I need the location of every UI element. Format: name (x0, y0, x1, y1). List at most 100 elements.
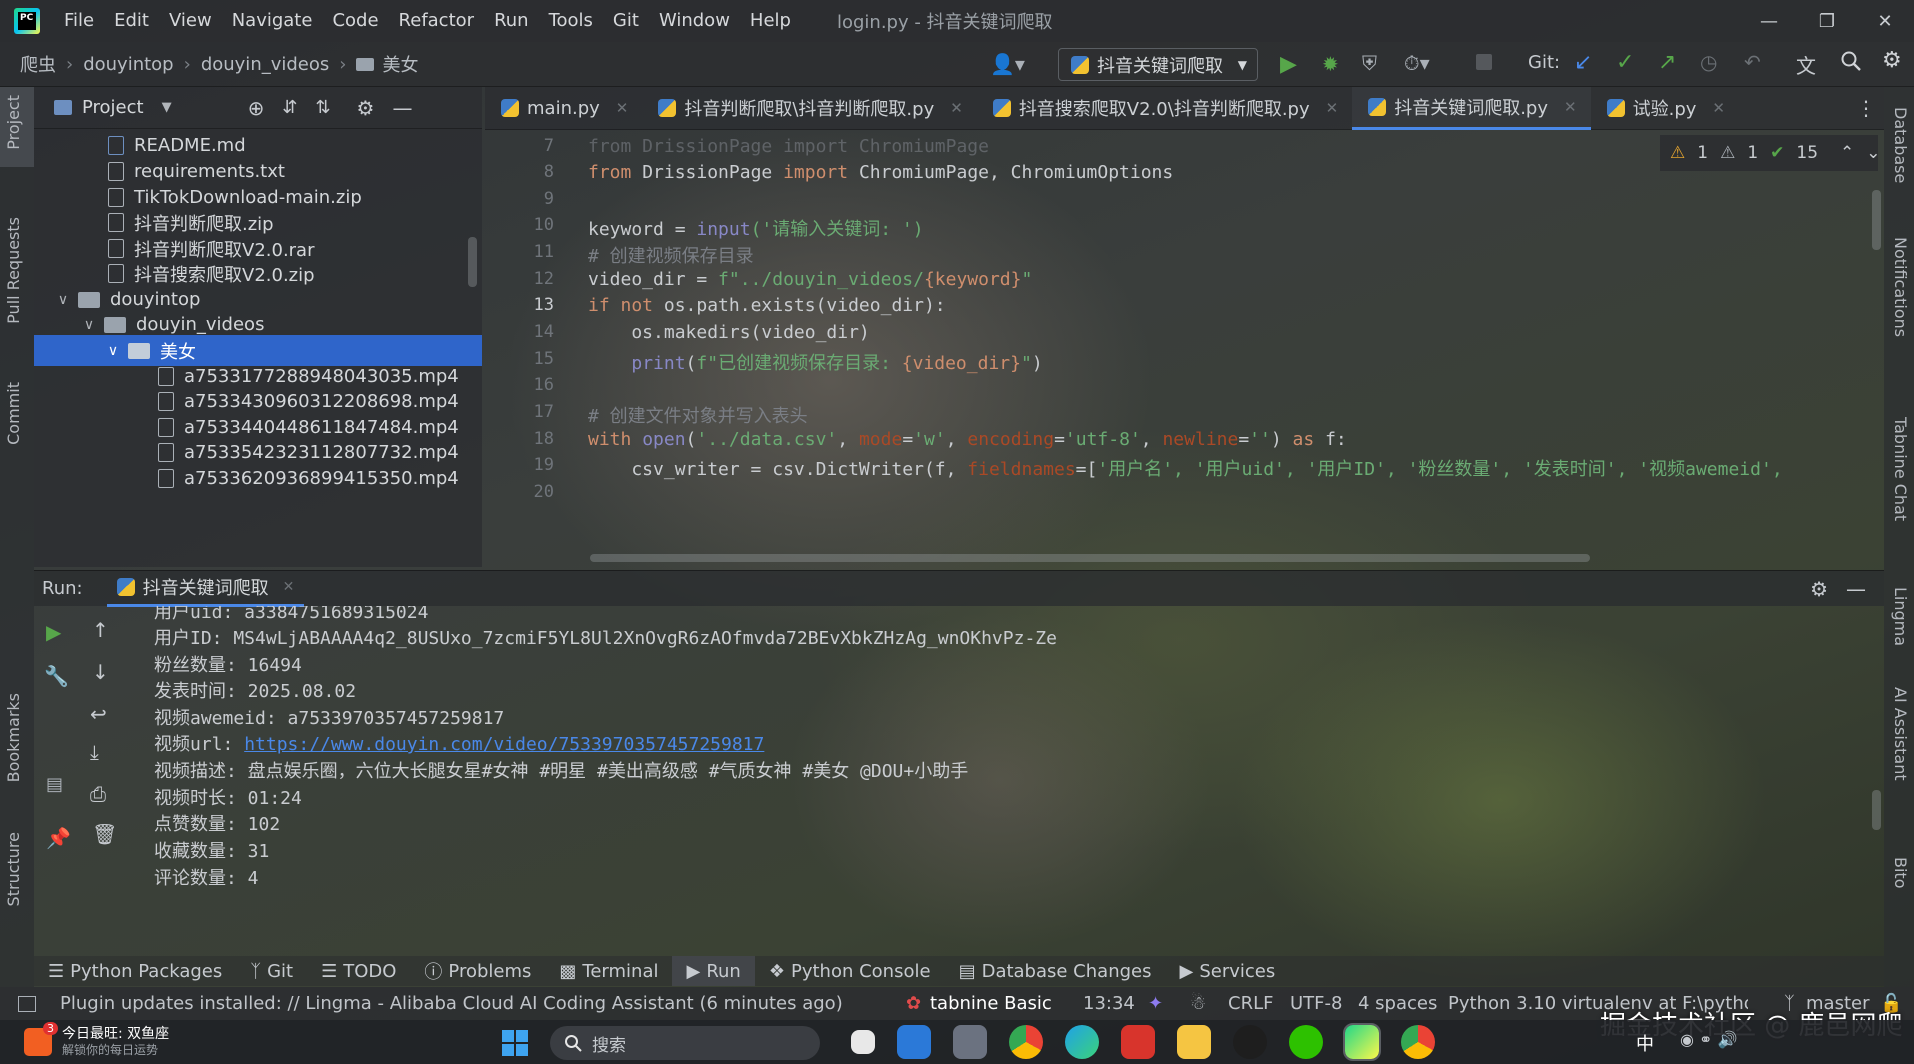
editor-vertical-scrollbar[interactable] (1872, 190, 1881, 250)
pin-icon[interactable]: 📌 (46, 826, 71, 850)
lingma-icon[interactable]: ☃ (1190, 993, 1206, 1014)
status-message[interactable]: Plugin updates installed: // Lingma - Al… (60, 993, 843, 1014)
user-icon[interactable]: 👤▾ (990, 52, 1025, 76)
weather-widget[interactable]: 3 今日最旺: 双鱼座 解锁你的每日运势 (24, 1022, 169, 1058)
close-icon[interactable]: ✕ (1712, 99, 1725, 117)
tab-judge-crawl[interactable]: 抖音判断爬取\抖音判断爬取.py ✕ (642, 87, 976, 130)
tool-tab-python-console[interactable]: ❖ Python Console (755, 956, 945, 986)
layout-icon[interactable]: ▤ (46, 774, 63, 795)
menu-window[interactable]: Window (649, 0, 740, 42)
stripe-database[interactable]: Database (1891, 107, 1910, 183)
menu-edit[interactable]: Edit (104, 0, 159, 42)
stripe-ai-assistant[interactable]: AI Assistant (1891, 687, 1910, 781)
tool-tab-run[interactable]: ▶ Run (672, 956, 755, 986)
git-commit-icon[interactable]: ✓ (1616, 50, 1634, 75)
line-separator[interactable]: CRLF (1228, 993, 1273, 1014)
run-console-output[interactable]: 用户uid: a3384751689315024 用户ID: MS4wLjABA… (154, 606, 1874, 956)
git-push-icon[interactable]: ↗ (1658, 50, 1676, 75)
tool-tab-problems[interactable]: ⓘ Problems (410, 956, 545, 986)
settings-gear-icon[interactable]: ⚙ (1882, 48, 1902, 73)
code-editor[interactable]: from DrissionPage import ChromiumPage fr… (588, 130, 1878, 566)
tool-tab-git[interactable]: ᛉ Git (236, 956, 307, 986)
editor-horizontal-scrollbar[interactable] (590, 554, 1590, 562)
tool-tab-services[interactable]: ▶ Services (1165, 956, 1289, 986)
console-video-link[interactable]: https://www.douyin.com/video/75339703574… (244, 734, 764, 755)
wrench-icon[interactable]: 🔧 (44, 664, 69, 688)
tool-tab-todo[interactable]: ☰ TODO (307, 956, 410, 986)
close-icon[interactable]: ✕ (1326, 99, 1339, 117)
hide-panel-icon[interactable]: — (1846, 577, 1866, 601)
stop-icon[interactable] (1476, 54, 1492, 70)
chrome-icon[interactable] (1401, 1025, 1435, 1059)
tab-main-py[interactable]: main.py ✕ (485, 87, 642, 130)
close-window-button[interactable]: ✕ (1856, 0, 1914, 42)
close-icon[interactable]: ✕ (616, 99, 629, 117)
arrow-down-icon[interactable]: ↓ (92, 660, 109, 684)
tabnine-status[interactable]: tabnine Basic (930, 993, 1052, 1014)
project-panel-title[interactable]: Project (82, 97, 144, 118)
debug-icon[interactable]: ✹ (1322, 52, 1339, 76)
stripe-tabnine-chat[interactable]: Tabnine Chat (1891, 417, 1910, 521)
stripe-bito[interactable]: Bito (1891, 857, 1910, 888)
chrome-icon[interactable] (1009, 1025, 1043, 1059)
file-encoding[interactable]: UTF-8 (1290, 993, 1342, 1014)
task-view-icon[interactable] (851, 1030, 875, 1054)
menu-code[interactable]: Code (322, 0, 388, 42)
maximize-button[interactable]: ❐ (1798, 0, 1856, 42)
stripe-project[interactable]: Project (4, 95, 23, 150)
git-rollback-icon[interactable]: ↶ (1744, 50, 1761, 74)
more-tabs-icon[interactable]: ⋮ (1856, 96, 1876, 120)
tool-tab-database-changes[interactable]: ▤ Database Changes (945, 956, 1166, 986)
minimize-button[interactable]: — (1740, 0, 1798, 42)
taskbar-search[interactable]: 搜索 (550, 1026, 820, 1060)
app-icon[interactable] (953, 1025, 987, 1059)
close-icon[interactable]: ✕ (950, 99, 963, 117)
menu-git[interactable]: Git (603, 0, 649, 42)
inspection-widget[interactable]: ⚠ 1 ⚠ 1 ✔ 15 ⌃ ⌄ (1660, 135, 1881, 171)
stripe-commit[interactable]: Commit (4, 382, 23, 445)
tab-keyword-crawl[interactable]: 抖音关键词爬取.py ✕ (1352, 86, 1591, 130)
qq-icon[interactable] (1233, 1025, 1267, 1059)
indent-setting[interactable]: 4 spaces (1358, 993, 1437, 1014)
tool-tab-terminal[interactable]: ▩ Terminal (545, 956, 672, 986)
cursor-position[interactable]: 13:34 (1083, 993, 1135, 1014)
run-config-selector[interactable]: 抖音关键词爬取 ▼ (1058, 48, 1258, 81)
locate-icon[interactable]: ⊕ (248, 96, 265, 120)
menu-view[interactable]: View (159, 0, 222, 42)
stripe-structure[interactable]: Structure (4, 832, 23, 906)
tool-tab-python-packages[interactable]: ☰ Python Packages (34, 956, 236, 986)
chevron-down-icon[interactable]: ⌄ (1866, 143, 1880, 163)
ime-indicator[interactable]: 中 (1636, 1030, 1654, 1056)
arrow-up-icon[interactable]: ↑ (92, 618, 109, 642)
menu-help[interactable]: Help (740, 0, 801, 42)
menu-run[interactable]: Run (484, 0, 539, 42)
trash-icon[interactable]: 🗑 (92, 822, 117, 846)
tree-item[interactable]: a7533620936899415350.mp4 (34, 463, 482, 494)
chevron-down-icon[interactable]: ∨ (54, 292, 72, 308)
pycharm-taskbar-icon[interactable] (1343, 1023, 1381, 1061)
stripe-bookmarks[interactable]: Bookmarks (4, 693, 23, 782)
hide-panel-icon[interactable]: — (392, 96, 412, 120)
store-icon[interactable] (897, 1025, 931, 1059)
start-button[interactable] (502, 1030, 528, 1056)
chevron-down-icon[interactable]: ▼ (162, 100, 172, 115)
git-history-icon[interactable]: ◷ (1700, 50, 1717, 74)
run-icon[interactable]: ▶ (1280, 52, 1297, 77)
chevron-up-icon[interactable]: ⌃ (1840, 143, 1854, 163)
coverage-icon[interactable]: ⛨ (1362, 51, 1377, 75)
run-tab[interactable]: 抖音关键词爬取 ✕ (106, 571, 305, 607)
collapse-all-icon[interactable]: ⇅ (315, 97, 330, 118)
search-icon[interactable] (1840, 50, 1862, 72)
translate-icon[interactable]: 文 (1796, 50, 1816, 79)
stripe-notifications[interactable]: Notifications (1891, 237, 1910, 337)
console-scrollbar[interactable] (1872, 790, 1881, 830)
print-icon[interactable]: ⎙ (90, 782, 106, 806)
scroll-to-end-icon[interactable]: ⤓ (90, 740, 99, 764)
profile-icon[interactable]: ⏱▾ (1404, 51, 1430, 75)
menu-tools[interactable]: Tools (539, 0, 603, 42)
breadcrumb-douyin-videos[interactable]: douyin_videos (201, 54, 329, 75)
menu-navigate[interactable]: Navigate (222, 0, 323, 42)
rerun-icon[interactable]: ▶ (46, 620, 61, 644)
menu-refactor[interactable]: Refactor (389, 0, 485, 42)
close-icon[interactable]: ✕ (1564, 98, 1577, 116)
